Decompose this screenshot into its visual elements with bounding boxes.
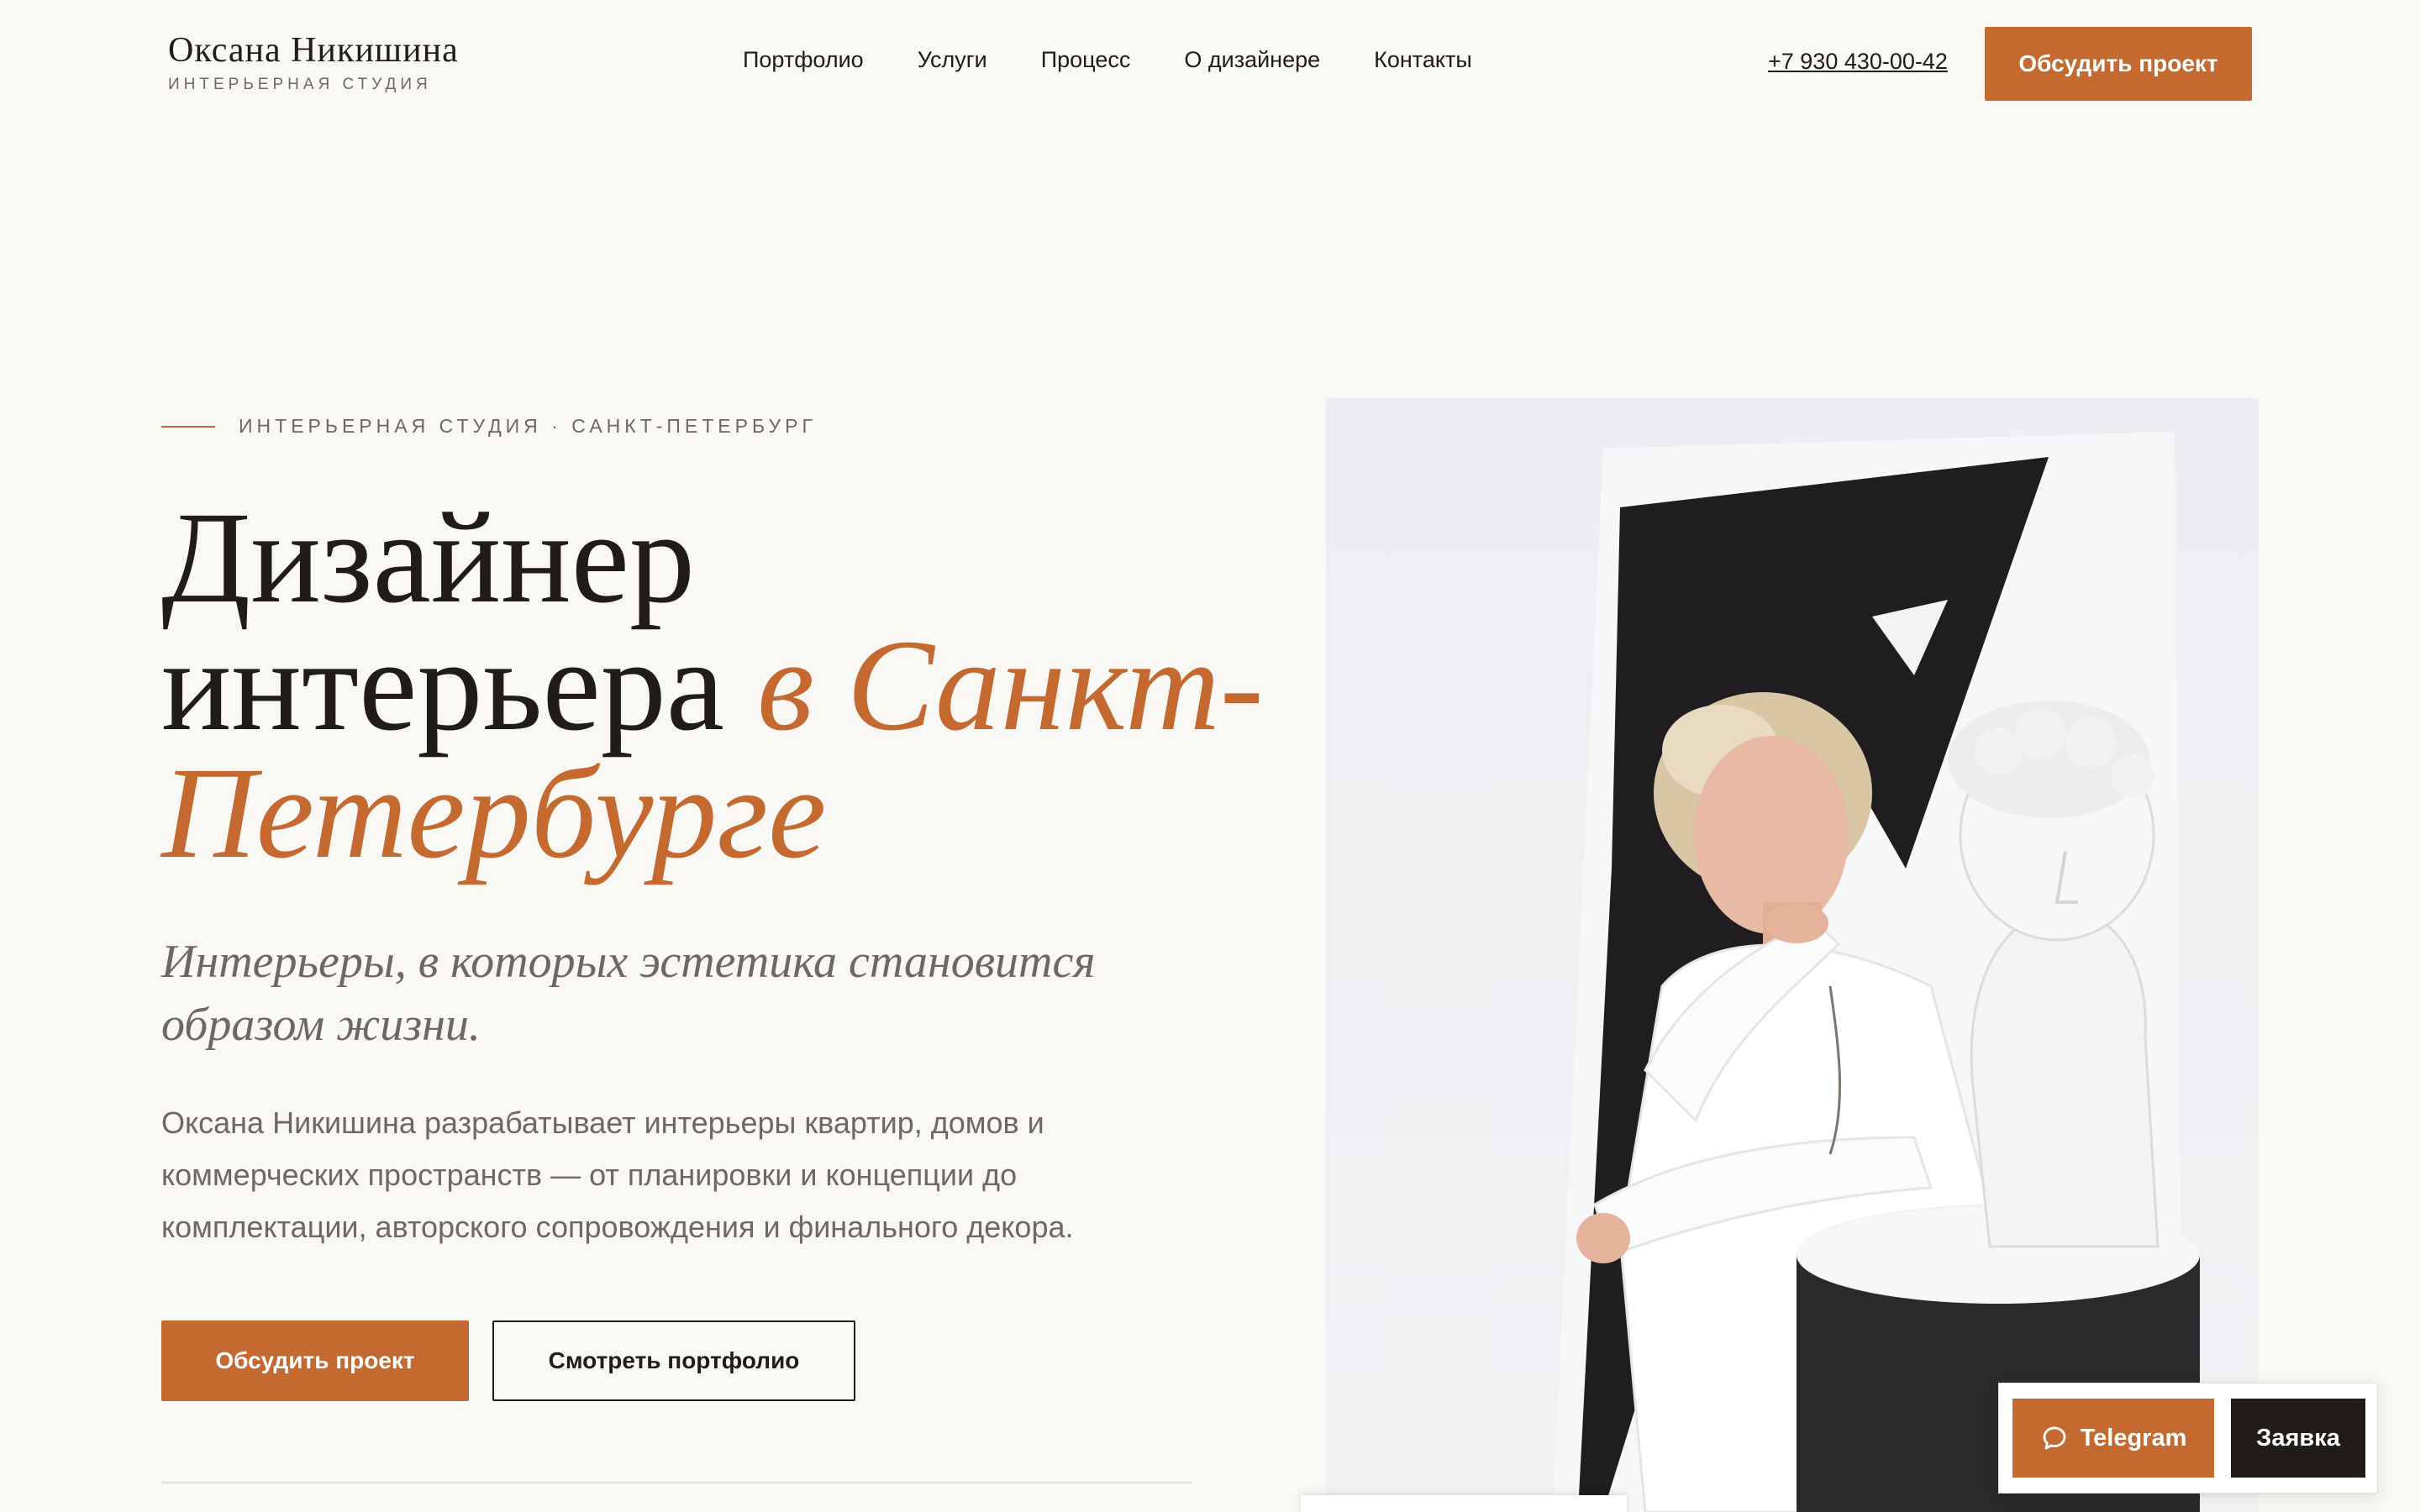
designer-photo (1326, 398, 2259, 1512)
hero-title-plain: Дизайнер интерьера (161, 485, 758, 758)
hero-title: Дизайнер интерьера в Санкт-Петербурге (161, 492, 1279, 879)
photo-caption-card (1301, 1495, 1627, 1512)
designer-photo-illustration (1553, 432, 2200, 1512)
nav-item-process[interactable]: Процесс (1041, 47, 1131, 73)
discuss-project-button[interactable]: Обсудить проект (161, 1320, 469, 1401)
telegram-button[interactable]: Telegram (2012, 1399, 2214, 1478)
logo[interactable]: Оксана Никишина ИНТЕРЬЕРНАЯ СТУДИЯ (168, 30, 459, 94)
logo-name: Оксана Никишина (168, 31, 459, 70)
main-nav: Портфолио Услуги Процесс О дизайнере Кон… (743, 47, 1472, 73)
nav-item-services[interactable]: Услуги (918, 47, 987, 73)
hero-intro: Оксана Никишина разрабатывает интерьеры … (161, 1105, 1074, 1244)
nav-item-about[interactable]: О дизайнере (1184, 47, 1320, 73)
hero-divider (161, 1482, 1192, 1483)
nav-item-contacts[interactable]: Контакты (1374, 47, 1472, 73)
request-button[interactable]: Заявка (2231, 1399, 2365, 1478)
chat-bubble-icon (2043, 1426, 2066, 1450)
contact-widget: Telegram Заявка (1998, 1383, 2378, 1494)
eyebrow-line (161, 425, 215, 428)
eyebrow-text: ИНТЕРЬЕРНАЯ СТУДИЯ · САНКТ-ПЕТЕРБУРГ (239, 415, 817, 437)
header-discuss-button[interactable]: Обсудить проект (1985, 27, 2252, 101)
view-portfolio-button[interactable]: Смотреть портфолио (492, 1320, 855, 1401)
hero-tagline: Интерьеры, в которых эстетика становится… (161, 936, 1096, 1051)
hero-eyebrow: ИНТЕРЬЕРНАЯ СТУДИЯ · САНКТ-ПЕТЕРБУРГ (161, 415, 817, 438)
telegram-label: Telegram (2080, 1424, 2187, 1452)
phone-link[interactable]: +7 930 430-00-42 (1768, 49, 1948, 75)
nav-item-portfolio[interactable]: Портфолио (743, 47, 864, 73)
site-header: Оксана Никишина ИНТЕРЬЕРНАЯ СТУДИЯ Портф… (0, 0, 2420, 126)
logo-subtitle: ИНТЕРЬЕРНАЯ СТУДИЯ (168, 76, 432, 93)
